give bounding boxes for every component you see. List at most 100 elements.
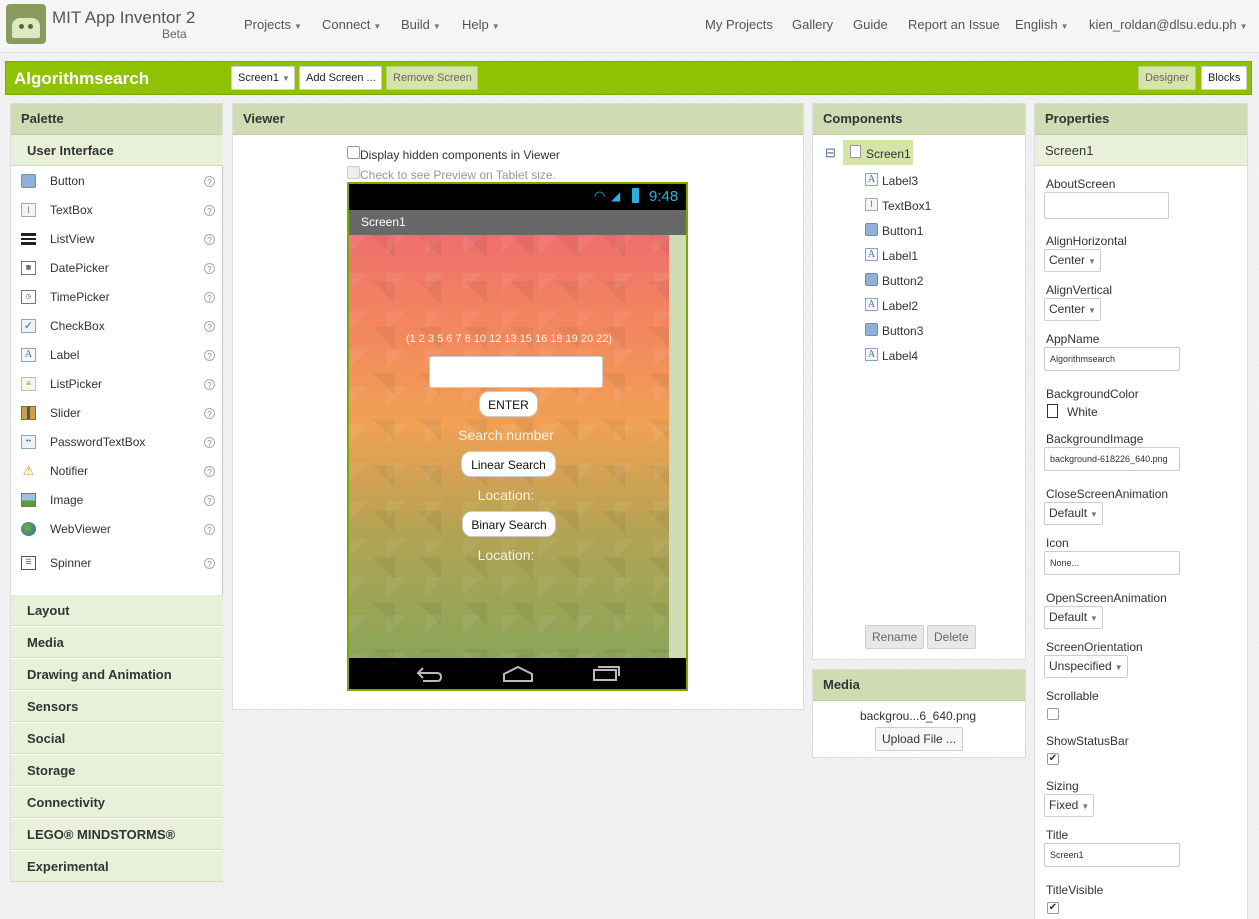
user-menu[interactable]: kien_roldan@dlsu.edu.ph ▼	[1089, 17, 1248, 32]
phone-screen[interactable]	[349, 235, 669, 658]
palette-item-label: TimePicker	[50, 290, 110, 304]
blocks-button[interactable]: Blocks	[1201, 66, 1247, 90]
help-icon[interactable]: ?	[204, 437, 215, 448]
app-inventor-logo[interactable]	[6, 4, 46, 44]
palette-item-notifier[interactable]: ⚠ Notifier ?	[11, 457, 223, 486]
menu-projects[interactable]: Projects ▼	[244, 17, 302, 32]
menu-help[interactable]: Help ▼	[462, 17, 500, 32]
caret-down-icon: ▼	[281, 74, 290, 83]
help-icon[interactable]: ?	[204, 524, 215, 535]
textbox-icon: I	[865, 198, 878, 211]
hidden-components-checkbox[interactable]	[347, 146, 360, 159]
screenorientation-dropdown[interactable]: Unspecified ▼	[1044, 655, 1128, 678]
palette-group-lego[interactable]: LEGO® MINDSTORMS®	[11, 819, 223, 850]
menu-build[interactable]: Build ▼	[401, 17, 441, 32]
help-icon[interactable]: ?	[204, 176, 215, 187]
tree-item-label: Button2	[882, 274, 924, 288]
add-screen-button[interactable]: Add Screen ...	[299, 66, 382, 90]
help-icon[interactable]: ?	[204, 321, 215, 332]
palette-group-user-interface[interactable]: User Interface	[11, 135, 223, 166]
label3-sequence[interactable]: (1 2 3 5 6 7 8 10 12 13 15 16 18 19 20 2…	[349, 333, 669, 345]
screen-select[interactable]: Screen1 ▼	[231, 66, 295, 90]
icon-input[interactable]: None...	[1044, 551, 1180, 575]
menu-connect[interactable]: Connect ▼	[322, 17, 381, 32]
language-menu[interactable]: English ▼	[1015, 17, 1069, 32]
tree-item-label: Label3	[882, 174, 919, 188]
palette-group-drawing[interactable]: Drawing and Animation	[11, 659, 223, 690]
help-icon[interactable]: ?	[204, 495, 215, 506]
media-file[interactable]: backgrou...6_640.png	[812, 709, 1024, 723]
help-icon[interactable]: ?	[204, 292, 215, 303]
tree-item-screen1[interactable]: Screen1	[843, 140, 913, 165]
palette-item-listpicker[interactable]: ≡ ListPicker ?	[11, 370, 223, 399]
password-icon: ••	[21, 435, 36, 449]
closescreenanimation-dropdown[interactable]: Default ▼	[1044, 502, 1103, 525]
back-icon	[416, 667, 443, 682]
palette-group-storage[interactable]: Storage	[11, 755, 223, 786]
help-icon[interactable]: ?	[204, 466, 215, 477]
appname-input[interactable]: Algorithmsearch	[1044, 347, 1180, 371]
palette-item-button[interactable]: Button ?	[11, 167, 223, 196]
upload-file-button[interactable]: Upload File ...	[875, 727, 964, 751]
help-icon[interactable]: ?	[204, 263, 215, 274]
title-input[interactable]: Screen1	[1044, 843, 1180, 867]
binary-search-button[interactable]: Binary Search	[462, 511, 556, 537]
palette-group-media[interactable]: Media	[11, 627, 223, 658]
label4-location[interactable]: Location:	[349, 547, 663, 563]
openscreenanimation-dropdown[interactable]: Default ▼	[1044, 606, 1103, 629]
palette-group-experimental[interactable]: Experimental	[11, 851, 223, 882]
palette-item-passwordtextbox[interactable]: •• PasswordTextBox ?	[11, 428, 223, 457]
slider-icon	[21, 406, 36, 420]
help-icon[interactable]: ?	[204, 234, 215, 245]
tablet-preview-checkbox[interactable]	[347, 166, 360, 179]
titlevisible-checkbox[interactable]: ✔	[1047, 902, 1059, 914]
link-report-issue[interactable]: Report an Issue	[908, 17, 1000, 32]
link-my-projects[interactable]: My Projects	[705, 17, 773, 32]
enter-button[interactable]: ENTER	[479, 391, 538, 417]
palette-item-datepicker[interactable]: ▦ DatePicker ?	[11, 254, 223, 283]
link-gallery[interactable]: Gallery	[792, 17, 833, 32]
scrollable-checkbox[interactable]	[1047, 708, 1059, 720]
language-label: English	[1015, 17, 1058, 32]
delete-button[interactable]: Delete	[927, 625, 976, 649]
designer-button[interactable]: Designer	[1138, 66, 1196, 90]
backgroundcolor-value[interactable]: White	[1067, 405, 1098, 419]
dropdown-value: Fixed	[1049, 798, 1079, 812]
palette-item-checkbox[interactable]: ✓ CheckBox ?	[11, 312, 223, 341]
palette-item-spinner[interactable]: ☰ Spinner ?	[11, 549, 223, 578]
linear-search-button[interactable]: Linear Search	[461, 451, 556, 477]
label1-search-number[interactable]: Search number	[349, 427, 663, 443]
help-icon[interactable]: ?	[204, 350, 215, 361]
link-guide[interactable]: Guide	[853, 17, 888, 32]
palette-group-social[interactable]: Social	[11, 723, 223, 754]
collapse-icon[interactable]: ⊟	[825, 145, 836, 161]
remove-screen-button[interactable]: Remove Screen	[386, 66, 478, 90]
sizing-dropdown[interactable]: Fixed ▼	[1044, 794, 1095, 817]
rename-button[interactable]: Rename	[865, 625, 925, 649]
home-icon	[503, 665, 533, 682]
label-icon: A	[865, 248, 878, 261]
help-icon[interactable]: ?	[204, 379, 215, 390]
palette-group-layout[interactable]: Layout	[11, 595, 223, 626]
palette-group-sensors[interactable]: Sensors	[11, 691, 223, 722]
showstatusbar-checkbox[interactable]: ✔	[1047, 753, 1059, 765]
palette-item-timepicker[interactable]: ◷ TimePicker ?	[11, 283, 223, 312]
label2-location[interactable]: Location:	[349, 487, 663, 503]
palette-item-label[interactable]: A Label ?	[11, 341, 223, 370]
alignvertical-dropdown[interactable]: Center ▼	[1044, 298, 1101, 321]
aboutscreen-textarea[interactable]	[1044, 192, 1169, 219]
color-swatch-white[interactable]	[1047, 404, 1058, 418]
help-icon[interactable]: ?	[204, 408, 215, 419]
palette-group-connectivity[interactable]: Connectivity	[11, 787, 223, 818]
palette-item-slider[interactable]: Slider ?	[11, 399, 223, 428]
textbox1-input[interactable]	[429, 356, 603, 388]
palette-item-label: Spinner	[50, 556, 92, 570]
palette-item-webviewer[interactable]: WebViewer ?	[11, 515, 223, 544]
help-icon[interactable]: ?	[204, 205, 215, 216]
alignhorizontal-dropdown[interactable]: Center ▼	[1044, 249, 1101, 272]
palette-item-listview[interactable]: ListView ?	[11, 225, 223, 254]
palette-item-image[interactable]: Image ?	[11, 486, 223, 515]
help-icon[interactable]: ?	[204, 558, 215, 569]
palette-item-textbox[interactable]: I TextBox ?	[11, 196, 223, 225]
backgroundimage-input[interactable]: background-618226_640.png	[1044, 447, 1180, 471]
